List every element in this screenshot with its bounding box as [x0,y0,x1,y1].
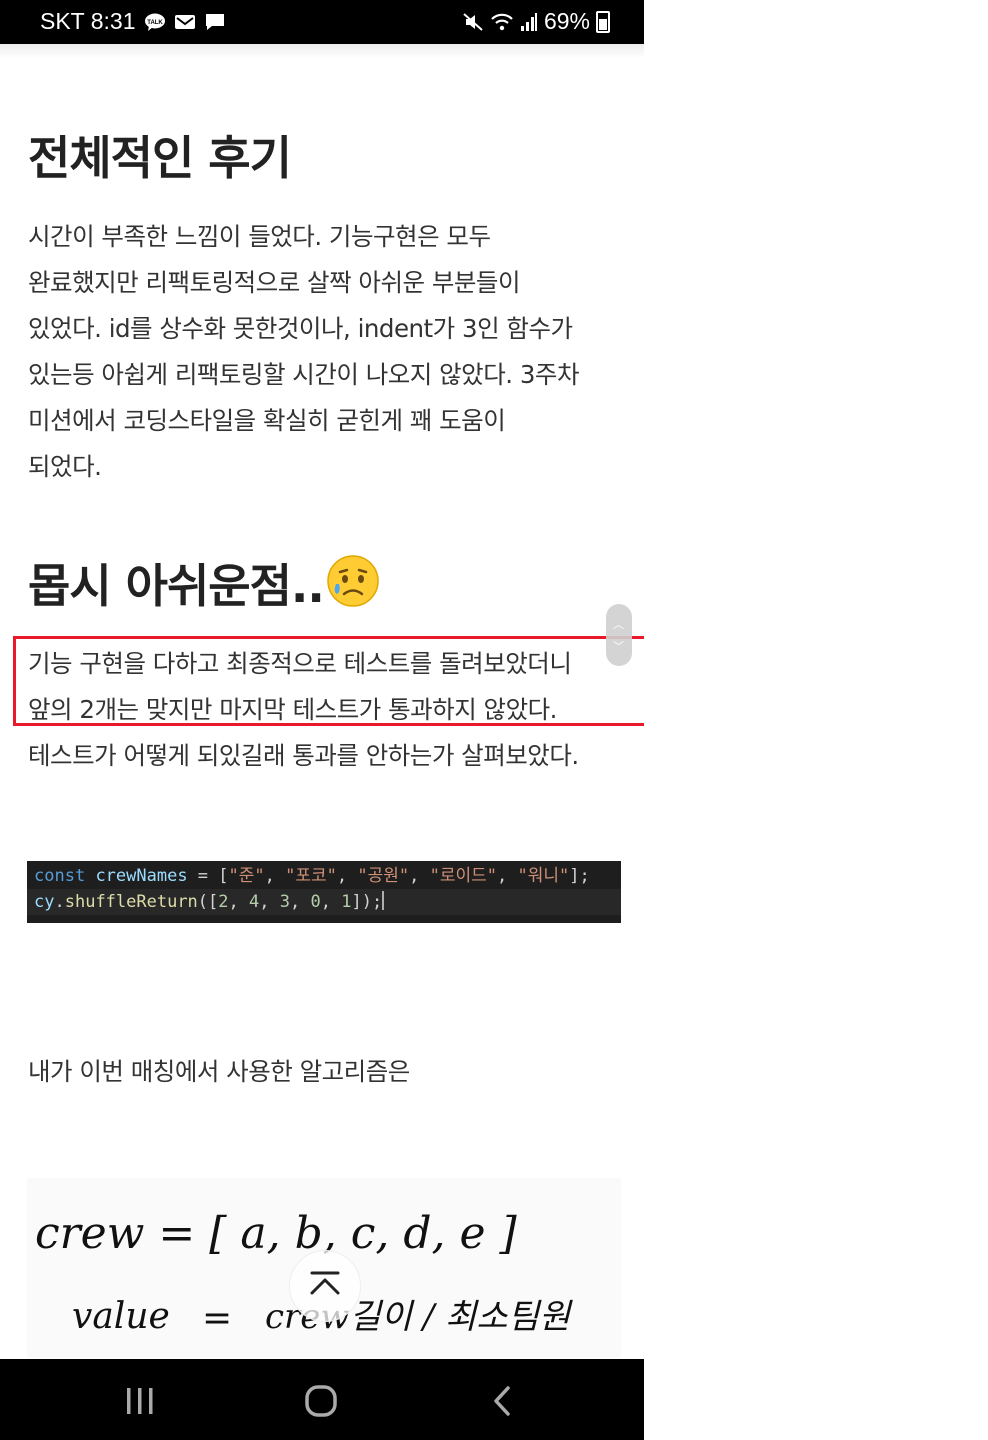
clock: 8:31 [90,8,136,34]
heading-regret-text: 몹시 아쉬운점.. [28,559,325,613]
chevron-up-icon [310,1271,340,1295]
algorithm-intro: 내가 이번 매칭에서 사용한 알고리즘은 [28,1049,628,1095]
sad-tear-face-icon [327,555,379,607]
status-bar: SKT 8:31 TALK 69% [0,0,644,44]
back-button[interactable] [472,1379,532,1423]
scroll-to-top-button[interactable] [289,1250,361,1322]
message-icon [205,13,224,30]
header-shadow [0,44,644,58]
regret-line: 테스트가 어떻게 되있길래 통과를 안하는가 살펴보았다. [28,741,579,770]
wifi-icon [491,13,513,30]
review-line: 있는등 아쉽게 리팩토링할 시간이 나오지 않았다. 3주차 [28,360,579,389]
code-line-2: cy.shuffleReturn([2, 4, 3, 0, 1]); [27,889,621,915]
battery-percent: 69% [543,8,590,34]
nav-bar [0,1359,644,1440]
heading-regret: 몹시 아쉬운점.. [28,550,380,616]
review-line: 시간이 부족한 느낌이 들었다. 기능구현은 모두 [28,222,491,251]
signal-icon [520,12,537,31]
home-icon [305,1385,337,1417]
drawing-equals: = [202,1298,232,1339]
drawing-value: value [72,1296,170,1337]
review-line: 있었다. id를 상수화 못한것이나, indent가 3인 함수가 [28,314,573,343]
drawing-line-1: crew = [ a, b, c, d, e ] [35,1208,517,1259]
code-screenshot: const crewNames = ["준", "포코", "공원", "로이드… [27,861,621,923]
text-cursor [382,891,385,910]
status-right: 69% [462,8,610,35]
talk-icon: TALK [144,13,165,31]
recent-apps-icon [127,1388,153,1414]
review-line: 되었다. [28,452,102,481]
svg-text:TALK: TALK [147,20,163,26]
code-line-1: const crewNames = ["준", "포코", "공원", "로이드… [34,866,590,886]
mute-icon [463,12,483,31]
scrollbar-thumb[interactable]: ︿ ﹀ [606,604,632,666]
review-line: 미션에서 코딩스타일을 확실히 굳힌게 꽤 도움이 [28,406,506,435]
carrier: SKT [40,8,85,34]
recent-apps-button[interactable] [110,1379,170,1423]
chevron-up-icon: ︿ [613,618,624,631]
home-button[interactable] [291,1379,351,1423]
status-left: SKT 8:31 TALK [40,8,226,35]
mail-icon [174,14,195,29]
chevron-down-icon: ﹀ [613,640,624,653]
heading-overall-review: 전체적인 후기 [28,131,292,185]
review-paragraph: 시간이 부족한 느낌이 들었다. 기능구현은 모두 완료했지만 리팩토링적으로 … [28,214,628,490]
highlight-box [13,636,644,726]
review-line: 완료했지만 리팩토링적으로 살짝 아쉬운 부분들이 [28,268,521,297]
algorithm-intro-text: 내가 이번 매칭에서 사용한 알고리즘은 [28,1057,410,1086]
back-icon [494,1386,510,1416]
phone-screen: SKT 8:31 TALK 69% 전체적인 후기 시간이 부족한 느낌이 들었… [0,0,644,1440]
battery-icon [596,10,610,33]
